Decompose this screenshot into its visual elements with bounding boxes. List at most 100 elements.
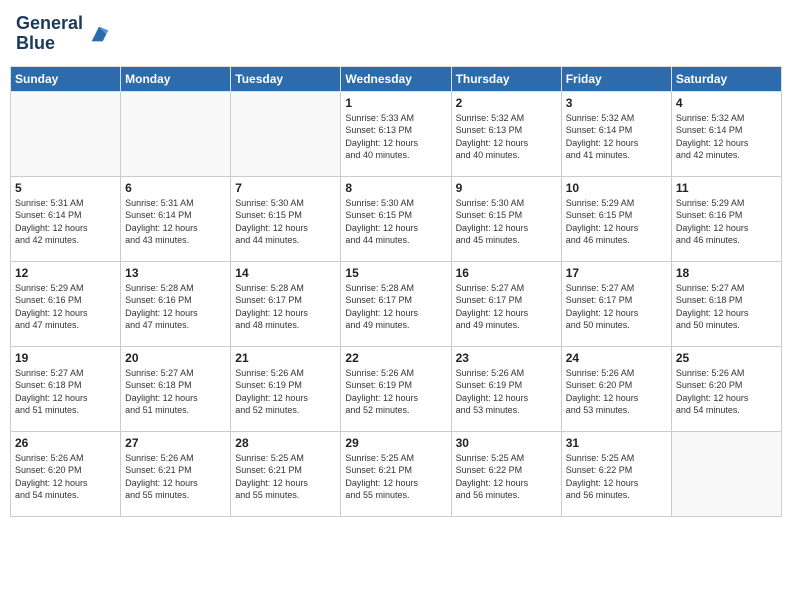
day-number: 5 xyxy=(15,181,116,195)
calendar-cell: 10 Sunrise: 5:29 AM Sunset: 6:15 PM Dayli… xyxy=(561,176,671,261)
calendar-cell: 1Sunrise: 5:33 AM Sunset: 6:13 PM Daylig… xyxy=(341,91,451,176)
logo-text: GeneralBlue xyxy=(16,14,83,54)
calendar-cell: 29 Sunrise: 5:25 AM Sunset: 6:21 PM Dayli… xyxy=(341,431,451,516)
calendar-cell: 30Sunrise: 5:25 AM Sunset: 6:22 PM Dayli… xyxy=(451,431,561,516)
logo: GeneralBlue xyxy=(16,14,110,54)
day-info: Sunrise: 5:26 AM Sunset: 6:20 PM Dayligh… xyxy=(566,367,667,417)
day-info: Sunrise: 5:32 AM Sunset: 6:14 PM Dayligh… xyxy=(566,112,667,162)
day-number: 17 xyxy=(566,266,667,280)
day-number: 6 xyxy=(125,181,226,195)
calendar-cell: 23 Sunrise: 5:26 AM Sunset: 6:19 PM Dayli… xyxy=(451,346,561,431)
day-number: 28 xyxy=(235,436,336,450)
calendar-cell: 28 Sunrise: 5:25 AM Sunset: 6:21 PM Dayli… xyxy=(231,431,341,516)
day-number: 9 xyxy=(456,181,557,195)
calendar-header-sunday: Sunday xyxy=(11,66,121,91)
day-number: 26 xyxy=(15,436,116,450)
calendar-cell: 5 Sunrise: 5:31 AM Sunset: 6:14 PM Daylig… xyxy=(11,176,121,261)
calendar-cell: 27 Sunrise: 5:26 AM Sunset: 6:21 PM Dayli… xyxy=(121,431,231,516)
calendar-cell xyxy=(231,91,341,176)
day-info: Sunrise: 5:25 AM Sunset: 6:21 PM Dayligh… xyxy=(235,452,336,502)
calendar-cell: 25 Sunrise: 5:26 AM Sunset: 6:20 PM Dayli… xyxy=(671,346,781,431)
calendar-cell: 18 Sunrise: 5:27 AM Sunset: 6:18 PM Dayli… xyxy=(671,261,781,346)
calendar-header-wednesday: Wednesday xyxy=(341,66,451,91)
calendar-cell: 15Sunrise: 5:28 AM Sunset: 6:17 PM Dayli… xyxy=(341,261,451,346)
calendar-cell: 2Sunrise: 5:32 AM Sunset: 6:13 PM Daylig… xyxy=(451,91,561,176)
day-info: Sunrise: 5:25 AM Sunset: 6:21 PM Dayligh… xyxy=(345,452,446,502)
calendar-week-5: 26 Sunrise: 5:26 AM Sunset: 6:20 PM Dayli… xyxy=(11,431,782,516)
calendar-week-3: 12 Sunrise: 5:29 AM Sunset: 6:16 PM Dayli… xyxy=(11,261,782,346)
day-info: Sunrise: 5:26 AM Sunset: 6:21 PM Dayligh… xyxy=(125,452,226,502)
calendar-header-row: SundayMondayTuesdayWednesdayThursdayFrid… xyxy=(11,66,782,91)
day-number: 20 xyxy=(125,351,226,365)
day-number: 10 xyxy=(566,181,667,195)
day-info: Sunrise: 5:26 AM Sunset: 6:19 PM Dayligh… xyxy=(345,367,446,417)
day-info: Sunrise: 5:26 AM Sunset: 6:20 PM Dayligh… xyxy=(15,452,116,502)
day-info: Sunrise: 5:30 AM Sunset: 6:15 PM Dayligh… xyxy=(456,197,557,247)
day-info: Sunrise: 5:27 AM Sunset: 6:18 PM Dayligh… xyxy=(15,367,116,417)
calendar-cell: 17 Sunrise: 5:27 AM Sunset: 6:17 PM Dayli… xyxy=(561,261,671,346)
day-number: 23 xyxy=(456,351,557,365)
calendar-cell: 11Sunrise: 5:29 AM Sunset: 6:16 PM Dayli… xyxy=(671,176,781,261)
day-number: 22 xyxy=(345,351,446,365)
calendar-cell: 26 Sunrise: 5:26 AM Sunset: 6:20 PM Dayli… xyxy=(11,431,121,516)
calendar-cell: 21 Sunrise: 5:26 AM Sunset: 6:19 PM Dayli… xyxy=(231,346,341,431)
day-info: Sunrise: 5:26 AM Sunset: 6:20 PM Dayligh… xyxy=(676,367,777,417)
day-number: 7 xyxy=(235,181,336,195)
calendar-header-tuesday: Tuesday xyxy=(231,66,341,91)
day-number: 25 xyxy=(676,351,777,365)
calendar-cell: 7 Sunrise: 5:30 AM Sunset: 6:15 PM Daylig… xyxy=(231,176,341,261)
calendar-cell: 16 Sunrise: 5:27 AM Sunset: 6:17 PM Dayli… xyxy=(451,261,561,346)
calendar-week-2: 5 Sunrise: 5:31 AM Sunset: 6:14 PM Daylig… xyxy=(11,176,782,261)
day-number: 12 xyxy=(15,266,116,280)
logo-icon xyxy=(88,23,110,45)
day-info: Sunrise: 5:30 AM Sunset: 6:15 PM Dayligh… xyxy=(235,197,336,247)
day-info: Sunrise: 5:27 AM Sunset: 6:18 PM Dayligh… xyxy=(676,282,777,332)
calendar-cell: 31Sunrise: 5:25 AM Sunset: 6:22 PM Dayli… xyxy=(561,431,671,516)
day-number: 15 xyxy=(345,266,446,280)
calendar-header-saturday: Saturday xyxy=(671,66,781,91)
calendar-cell: 22 Sunrise: 5:26 AM Sunset: 6:19 PM Dayli… xyxy=(341,346,451,431)
calendar-week-1: 1Sunrise: 5:33 AM Sunset: 6:13 PM Daylig… xyxy=(11,91,782,176)
day-info: Sunrise: 5:25 AM Sunset: 6:22 PM Dayligh… xyxy=(456,452,557,502)
calendar-cell xyxy=(671,431,781,516)
day-info: Sunrise: 5:31 AM Sunset: 6:14 PM Dayligh… xyxy=(125,197,226,247)
day-number: 4 xyxy=(676,96,777,110)
day-number: 2 xyxy=(456,96,557,110)
calendar-cell: 19 Sunrise: 5:27 AM Sunset: 6:18 PM Dayli… xyxy=(11,346,121,431)
day-number: 16 xyxy=(456,266,557,280)
day-number: 24 xyxy=(566,351,667,365)
calendar-cell: 12 Sunrise: 5:29 AM Sunset: 6:16 PM Dayli… xyxy=(11,261,121,346)
day-number: 13 xyxy=(125,266,226,280)
day-number: 31 xyxy=(566,436,667,450)
day-number: 8 xyxy=(345,181,446,195)
day-number: 18 xyxy=(676,266,777,280)
day-number: 21 xyxy=(235,351,336,365)
day-info: Sunrise: 5:26 AM Sunset: 6:19 PM Dayligh… xyxy=(235,367,336,417)
calendar-header-thursday: Thursday xyxy=(451,66,561,91)
calendar-week-4: 19 Sunrise: 5:27 AM Sunset: 6:18 PM Dayli… xyxy=(11,346,782,431)
calendar-cell: 8 Sunrise: 5:30 AM Sunset: 6:15 PM Daylig… xyxy=(341,176,451,261)
calendar-cell xyxy=(11,91,121,176)
day-info: Sunrise: 5:31 AM Sunset: 6:14 PM Dayligh… xyxy=(15,197,116,247)
calendar-cell: 3 Sunrise: 5:32 AM Sunset: 6:14 PM Daylig… xyxy=(561,91,671,176)
day-info: Sunrise: 5:30 AM Sunset: 6:15 PM Dayligh… xyxy=(345,197,446,247)
day-number: 19 xyxy=(15,351,116,365)
day-info: Sunrise: 5:26 AM Sunset: 6:19 PM Dayligh… xyxy=(456,367,557,417)
day-info: Sunrise: 5:27 AM Sunset: 6:17 PM Dayligh… xyxy=(566,282,667,332)
calendar-cell: 13Sunrise: 5:28 AM Sunset: 6:16 PM Dayli… xyxy=(121,261,231,346)
calendar-table: SundayMondayTuesdayWednesdayThursdayFrid… xyxy=(10,66,782,517)
day-number: 14 xyxy=(235,266,336,280)
day-number: 3 xyxy=(566,96,667,110)
calendar-cell: 4Sunrise: 5:32 AM Sunset: 6:14 PM Daylig… xyxy=(671,91,781,176)
day-info: Sunrise: 5:29 AM Sunset: 6:15 PM Dayligh… xyxy=(566,197,667,247)
day-info: Sunrise: 5:29 AM Sunset: 6:16 PM Dayligh… xyxy=(15,282,116,332)
calendar-cell: 14Sunrise: 5:28 AM Sunset: 6:17 PM Dayli… xyxy=(231,261,341,346)
calendar-cell: 9 Sunrise: 5:30 AM Sunset: 6:15 PM Daylig… xyxy=(451,176,561,261)
calendar-cell: 24 Sunrise: 5:26 AM Sunset: 6:20 PM Dayli… xyxy=(561,346,671,431)
calendar-cell: 20Sunrise: 5:27 AM Sunset: 6:18 PM Dayli… xyxy=(121,346,231,431)
day-number: 11 xyxy=(676,181,777,195)
day-number: 27 xyxy=(125,436,226,450)
day-number: 29 xyxy=(345,436,446,450)
calendar-cell: 6 Sunrise: 5:31 AM Sunset: 6:14 PM Daylig… xyxy=(121,176,231,261)
day-info: Sunrise: 5:27 AM Sunset: 6:17 PM Dayligh… xyxy=(456,282,557,332)
